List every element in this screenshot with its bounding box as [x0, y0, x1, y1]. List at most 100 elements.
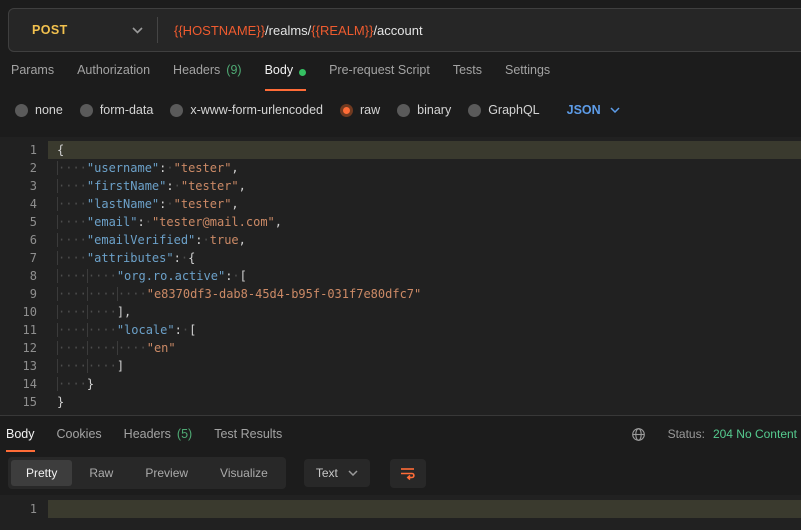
indent-guide: ···· [57, 377, 87, 391]
tab-params[interactable]: Params [11, 63, 54, 91]
line-number: 1 [0, 141, 48, 159]
indent-guide: ···· [57, 323, 87, 337]
code-token: "email" [87, 215, 138, 229]
code-line[interactable]: 9············"e8370df3-dab8-45d4-b95f-03… [0, 285, 801, 303]
body-type-radio-x-www-form-urlencoded[interactable]: x-www-form-urlencoded [170, 103, 323, 117]
indent-guide: ···· [57, 287, 87, 301]
radio-icon [397, 104, 410, 117]
indent-guide: ···· [87, 287, 117, 301]
code-content: ····"attributes":·{ [48, 249, 801, 267]
body-type-radio-none[interactable]: none [15, 103, 63, 117]
code-line[interactable]: 3····"firstName":·"tester", [0, 177, 801, 195]
tab-pre-request-script[interactable]: Pre-request Script [329, 63, 430, 91]
code-line[interactable]: 1 [0, 500, 801, 518]
line-number: 10 [0, 303, 48, 321]
code-token: "tester@mail.com" [152, 215, 275, 229]
code-line[interactable]: 4····"lastName":·"tester", [0, 195, 801, 213]
code-line[interactable]: 12············"en" [0, 339, 801, 357]
body-type-radio-graphql[interactable]: GraphQL [468, 103, 539, 117]
line-number: 12 [0, 339, 48, 357]
line-number: 14 [0, 375, 48, 393]
code-content: ········] [48, 357, 801, 375]
body-type-radio-binary[interactable]: binary [397, 103, 451, 117]
view-tab-preview[interactable]: Preview [130, 460, 203, 486]
method-label: POST [32, 23, 68, 37]
request-body-editor[interactable]: 1{2····"username":·"tester",3····"firstN… [0, 137, 801, 415]
code-content: ········"org.ro.active":·[ [48, 267, 801, 285]
indent-guide: ···· [57, 251, 87, 265]
wrap-text-button[interactable] [390, 459, 426, 488]
code-token: : [174, 251, 181, 265]
language-selector[interactable]: JSON [567, 103, 620, 117]
body-type-radio-raw[interactable]: raw [340, 103, 380, 117]
tab-label: Params [11, 63, 54, 77]
response-tabs: Body Cookies Headers(5) Test Results [6, 416, 282, 452]
code-token: { [57, 143, 64, 157]
code-token: , [275, 215, 282, 229]
line-number: 1 [0, 500, 48, 518]
code-content: ····"emailVerified":·true, [48, 231, 801, 249]
code-token: · [232, 269, 239, 283]
indent-guide: ···· [57, 179, 87, 193]
tab-label: Authorization [77, 63, 150, 77]
tab-label: Body [265, 63, 294, 77]
format-selector[interactable]: Text [304, 459, 370, 487]
code-token: · [174, 179, 181, 193]
tab-tests[interactable]: Tests [453, 63, 482, 91]
code-line[interactable]: 5····"email":·"tester@mail.com", [0, 213, 801, 231]
url-input[interactable]: {{HOSTNAME}}/realms/{{REALM}}/account [174, 23, 423, 38]
code-line[interactable]: 1{ [0, 141, 801, 159]
code-line[interactable]: 7····"attributes":·{ [0, 249, 801, 267]
code-token: , [231, 161, 238, 175]
code-token: "tester" [181, 179, 239, 193]
response-tab-test-results[interactable]: Test Results [214, 416, 282, 452]
chevron-down-icon [610, 107, 620, 113]
code-line[interactable]: 2····"username":·"tester", [0, 159, 801, 177]
code-token: , [239, 233, 246, 247]
tab-settings[interactable]: Settings [505, 63, 550, 91]
view-tab-pretty[interactable]: Pretty [11, 460, 72, 486]
tab-label: Cookies [57, 427, 102, 441]
view-tabs-group: PrettyRawPreviewVisualize [8, 457, 286, 489]
code-token: ], [117, 305, 131, 319]
tab-body[interactable]: Body [265, 63, 307, 91]
response-tab-headers[interactable]: Headers(5) [124, 416, 193, 452]
response-tab-cookies[interactable]: Cookies [57, 416, 102, 452]
method-selector[interactable]: POST [9, 9, 157, 51]
tab-label: Tests [453, 63, 482, 77]
code-line[interactable]: 10········], [0, 303, 801, 321]
code-token: "e8370df3-dab8-45d4-b95f-031f7e80dfc7" [147, 287, 422, 301]
tab-authorization[interactable]: Authorization [77, 63, 150, 91]
line-number: 5 [0, 213, 48, 231]
view-tab-visualize[interactable]: Visualize [205, 460, 283, 486]
code-token: "username" [87, 161, 159, 175]
code-line[interactable]: 6····"emailVerified":·true, [0, 231, 801, 249]
line-number: 15 [0, 393, 48, 411]
tab-label: Headers [173, 63, 220, 77]
tab-headers[interactable]: Headers(9) [173, 63, 242, 91]
body-type-radio-form-data[interactable]: form-data [80, 103, 154, 117]
url-segment-var: {{HOSTNAME}} [174, 23, 265, 38]
response-body-editor[interactable]: 1 [0, 495, 801, 530]
line-number: 8 [0, 267, 48, 285]
indent-guide: ···· [57, 233, 87, 247]
view-tab-raw[interactable]: Raw [74, 460, 128, 486]
code-line[interactable]: 13········] [0, 357, 801, 375]
radio-label: GraphQL [488, 103, 539, 117]
code-content: ············"e8370df3-dab8-45d4-b95f-031… [48, 285, 801, 303]
code-line[interactable]: 8········"org.ro.active":·[ [0, 267, 801, 285]
radio-label: form-data [100, 103, 154, 117]
response-tab-body[interactable]: Body [6, 416, 35, 452]
line-number: 11 [0, 321, 48, 339]
indent-guide: ···· [57, 341, 87, 355]
indent-guide: ···· [57, 161, 87, 175]
radio-label: binary [417, 103, 451, 117]
radio-icon [468, 104, 481, 117]
code-token: ] [117, 359, 124, 373]
code-line[interactable]: 14 ····} [0, 375, 801, 393]
code-line[interactable]: 15} [0, 393, 801, 411]
code-token: } [87, 377, 94, 391]
code-line[interactable]: 11········"locale":·[ [0, 321, 801, 339]
code-token: : [166, 179, 173, 193]
rest-client-window: POST {{HOSTNAME}}/realms/{{REALM}}/accou… [0, 0, 801, 530]
